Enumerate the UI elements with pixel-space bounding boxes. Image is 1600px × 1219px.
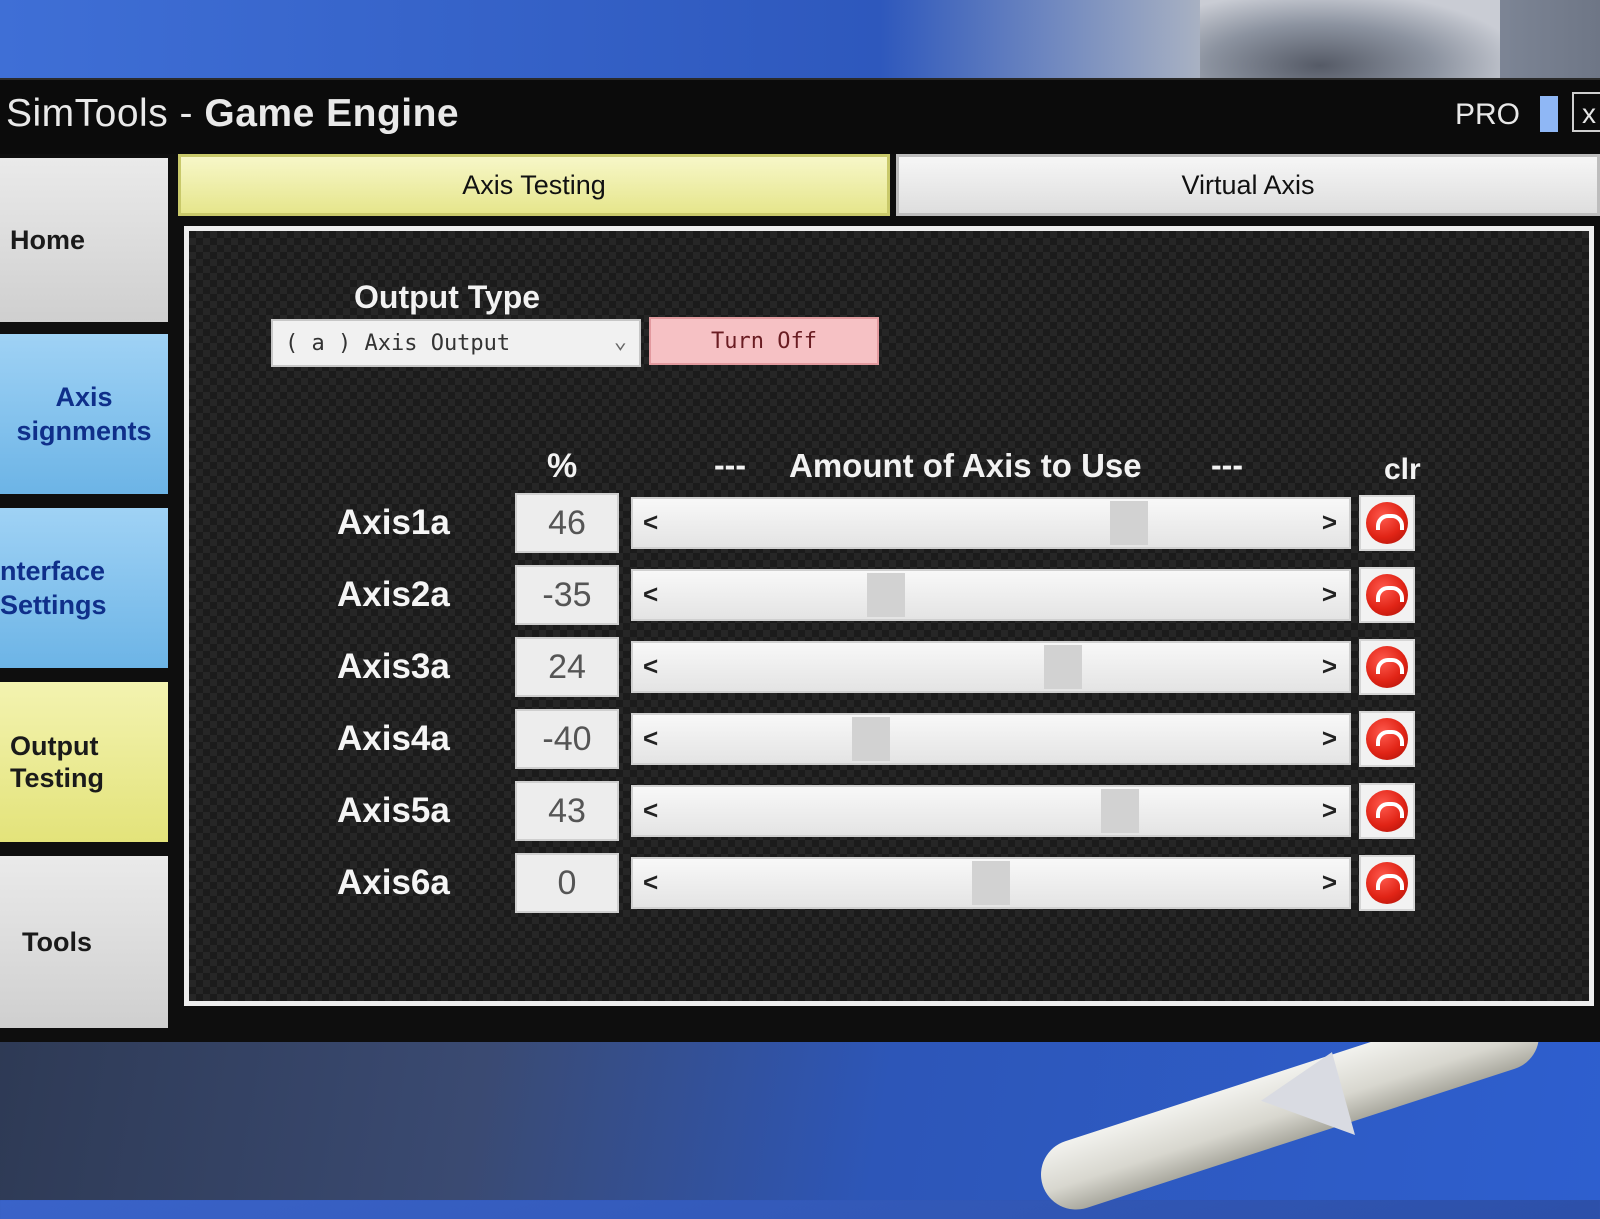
axis-slider[interactable]: < > [631, 713, 1351, 765]
axis-label: Axis5a [337, 791, 450, 830]
axis-slider[interactable]: < > [631, 497, 1351, 549]
percent-header: % [547, 447, 578, 485]
axis-row: Axis4a -40 < > [189, 709, 1589, 773]
slider-left-arrow-icon[interactable]: < [643, 651, 658, 682]
nav-interface-settings[interactable]: nterface Settings [0, 508, 168, 668]
slider-left-arrow-icon[interactable]: < [643, 507, 658, 538]
slider-right-arrow-icon[interactable]: > [1322, 867, 1337, 898]
slider-thumb[interactable] [852, 717, 891, 761]
output-type-value: ( a ) Axis Output [285, 330, 511, 356]
axis-row: Axis1a 46 < > [189, 493, 1589, 557]
chevron-down-icon: ⌄ [613, 329, 627, 354]
nav-axis-assignments-label: Axis signments [16, 382, 152, 446]
slider-thumb[interactable] [1100, 789, 1139, 833]
axis-label: Axis1a [337, 503, 450, 542]
clear-axis-button[interactable] [1359, 855, 1415, 911]
axis-percent-field[interactable]: 0 [515, 853, 619, 913]
axis-row: Axis6a 0 < > [189, 853, 1589, 917]
nav-tools[interactable]: Tools [0, 856, 168, 1028]
clear-axis-button[interactable] [1359, 567, 1415, 623]
slider-right-arrow-icon[interactable]: > [1322, 507, 1337, 538]
slider-left-arrow-icon[interactable]: < [643, 795, 658, 826]
slider-left-arrow-icon[interactable]: < [643, 723, 658, 754]
slider-right-arrow-icon[interactable]: > [1322, 579, 1337, 610]
title-bar: SimTools - Game Engine PRO x [0, 80, 1600, 154]
clear-axis-button[interactable] [1359, 495, 1415, 551]
turn-off-button[interactable]: Turn Off [649, 317, 879, 365]
tab-axis-testing[interactable]: Axis Testing [178, 154, 890, 216]
clr-header: clr [1384, 453, 1421, 486]
slider-right-arrow-icon[interactable]: > [1322, 795, 1337, 826]
axis-testing-panel: Output Type ( a ) Axis Output ⌄ Turn Off… [184, 226, 1594, 1006]
axis-slider[interactable]: < > [631, 857, 1351, 909]
nav-tools-label: Tools [22, 926, 92, 957]
slider-thumb[interactable] [867, 573, 906, 617]
nav-home-label: Home [10, 224, 86, 255]
axis-percent-field[interactable]: 46 [515, 493, 619, 553]
slider-left-arrow-icon[interactable]: < [643, 867, 658, 898]
clear-axis-button[interactable] [1359, 783, 1415, 839]
axis-row: Axis2a -35 < > [189, 565, 1589, 629]
clear-axis-button[interactable] [1359, 711, 1415, 767]
slider-right-arrow-icon[interactable]: > [1322, 651, 1337, 682]
undo-icon [1366, 574, 1408, 616]
simtools-window: SimTools - Game Engine PRO x Home Axis si… [0, 78, 1600, 1042]
clear-axis-button[interactable] [1359, 639, 1415, 695]
slider-thumb[interactable] [1109, 501, 1148, 545]
slider-thumb[interactable] [972, 861, 1010, 905]
slider-left-arrow-icon[interactable]: < [643, 579, 658, 610]
slider-thumb[interactable] [1043, 645, 1082, 689]
nav-output-testing-label: Output Testing [10, 731, 104, 793]
undo-icon [1366, 502, 1408, 544]
amount-header: Amount of Axis to Use [789, 447, 1142, 484]
axis-percent-field[interactable]: 24 [515, 637, 619, 697]
axis-slider[interactable]: < > [631, 785, 1351, 837]
tab-virtual-axis[interactable]: Virtual Axis [896, 154, 1600, 216]
axis-label: Axis2a [337, 575, 450, 614]
close-button[interactable]: x [1572, 92, 1600, 132]
axis-slider[interactable]: < > [631, 569, 1351, 621]
minimize-button[interactable] [1540, 96, 1558, 132]
axis-slider[interactable]: < > [631, 641, 1351, 693]
header-dash-left: --- [714, 447, 746, 483]
undo-icon [1366, 862, 1408, 904]
axis-percent-field[interactable]: -40 [515, 709, 619, 769]
edition-label: PRO [1455, 98, 1521, 131]
axis-percent-field[interactable]: 43 [515, 781, 619, 841]
nav-output-testing[interactable]: Output Testing [0, 682, 168, 842]
undo-icon [1366, 790, 1408, 832]
axis-percent-field[interactable]: -35 [515, 565, 619, 625]
undo-icon [1366, 646, 1408, 688]
window-title: SimTools - Game Engine [6, 92, 460, 135]
aircraft-engine-image [1200, 0, 1500, 82]
slider-right-arrow-icon[interactable]: > [1322, 723, 1337, 754]
axis-label: Axis6a [337, 863, 450, 902]
nav-home[interactable]: Home [0, 158, 168, 322]
nav-axis-assignments[interactable]: Axis signments [0, 334, 168, 494]
output-type-select[interactable]: ( a ) Axis Output ⌄ [271, 319, 641, 367]
axis-row: Axis3a 24 < > [189, 637, 1589, 701]
axis-label: Axis3a [337, 647, 450, 686]
header-dash-right: --- [1211, 447, 1243, 483]
output-type-label: Output Type [354, 279, 541, 315]
axis-label: Axis4a [337, 719, 450, 758]
axis-row: Axis5a 43 < > [189, 781, 1589, 845]
undo-icon [1366, 718, 1408, 760]
nav-interface-settings-label: nterface Settings [0, 556, 107, 620]
